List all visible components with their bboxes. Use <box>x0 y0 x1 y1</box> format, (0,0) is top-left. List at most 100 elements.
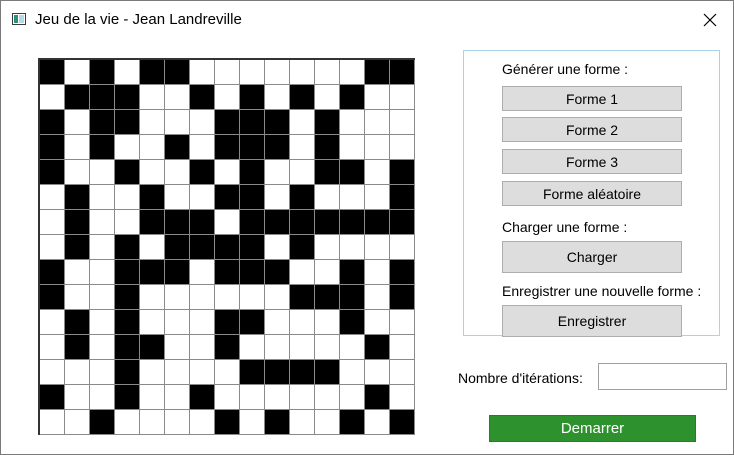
grid-cell[interactable] <box>390 360 415 385</box>
grid-cell[interactable] <box>340 85 365 110</box>
grid-cell[interactable] <box>340 135 365 160</box>
grid-cell[interactable] <box>40 335 65 360</box>
grid-cell[interactable] <box>365 110 390 135</box>
grid-cell[interactable] <box>240 310 265 335</box>
grid-cell[interactable] <box>165 135 190 160</box>
grid-cell[interactable] <box>340 335 365 360</box>
grid-cell[interactable] <box>315 210 340 235</box>
grid-cell[interactable] <box>40 135 65 160</box>
shape-1-button[interactable]: Forme 1 <box>502 86 682 111</box>
grid-cell[interactable] <box>90 335 115 360</box>
grid-cell[interactable] <box>340 60 365 85</box>
grid-cell[interactable] <box>215 310 240 335</box>
grid-cell[interactable] <box>40 260 65 285</box>
grid-cell[interactable] <box>240 360 265 385</box>
grid-cell[interactable] <box>40 410 65 435</box>
grid-cell[interactable] <box>190 260 215 285</box>
grid-cell[interactable] <box>340 410 365 435</box>
grid-cell[interactable] <box>240 160 265 185</box>
grid-cell[interactable] <box>115 410 140 435</box>
grid-cell[interactable] <box>115 110 140 135</box>
grid-cell[interactable] <box>165 360 190 385</box>
grid-cell[interactable] <box>165 160 190 185</box>
grid-cell[interactable] <box>65 235 90 260</box>
grid-cell[interactable] <box>265 410 290 435</box>
grid-cell[interactable] <box>90 310 115 335</box>
grid-cell[interactable] <box>390 135 415 160</box>
grid-cell[interactable] <box>90 160 115 185</box>
grid-cell[interactable] <box>240 385 265 410</box>
grid-cell[interactable] <box>315 360 340 385</box>
grid-cell[interactable] <box>115 310 140 335</box>
grid-cell[interactable] <box>140 60 165 85</box>
grid-cell[interactable] <box>115 385 140 410</box>
grid-cell[interactable] <box>65 260 90 285</box>
grid-cell[interactable] <box>265 185 290 210</box>
grid-cell[interactable] <box>265 160 290 185</box>
grid-cell[interactable] <box>215 110 240 135</box>
grid-cell[interactable] <box>315 310 340 335</box>
grid-cell[interactable] <box>40 310 65 335</box>
grid-cell[interactable] <box>190 185 215 210</box>
grid-cell[interactable] <box>190 210 215 235</box>
grid-cell[interactable] <box>190 110 215 135</box>
shape-3-button[interactable]: Forme 3 <box>502 149 682 174</box>
life-grid[interactable] <box>38 58 415 435</box>
grid-cell[interactable] <box>315 110 340 135</box>
grid-cell[interactable] <box>240 410 265 435</box>
grid-cell[interactable] <box>190 335 215 360</box>
grid-cell[interactable] <box>390 235 415 260</box>
grid-cell[interactable] <box>215 60 240 85</box>
grid-cell[interactable] <box>265 135 290 160</box>
grid-cell[interactable] <box>315 335 340 360</box>
grid-cell[interactable] <box>40 60 65 85</box>
grid-cell[interactable] <box>190 235 215 260</box>
grid-cell[interactable] <box>165 110 190 135</box>
grid-cell[interactable] <box>240 85 265 110</box>
grid-cell[interactable] <box>315 385 340 410</box>
grid-cell[interactable] <box>90 410 115 435</box>
grid-cell[interactable] <box>40 235 65 260</box>
grid-cell[interactable] <box>165 85 190 110</box>
grid-cell[interactable] <box>140 110 165 135</box>
grid-cell[interactable] <box>315 410 340 435</box>
grid-cell[interactable] <box>365 160 390 185</box>
grid-cell[interactable] <box>165 335 190 360</box>
grid-cell[interactable] <box>115 235 140 260</box>
grid-cell[interactable] <box>40 210 65 235</box>
grid-cell[interactable] <box>140 185 165 210</box>
grid-cell[interactable] <box>140 210 165 235</box>
grid-cell[interactable] <box>290 85 315 110</box>
grid-cell[interactable] <box>90 260 115 285</box>
grid-cell[interactable] <box>90 385 115 410</box>
grid-cell[interactable] <box>365 360 390 385</box>
grid-cell[interactable] <box>115 260 140 285</box>
grid-cell[interactable] <box>215 85 240 110</box>
grid-cell[interactable] <box>65 385 90 410</box>
grid-cell[interactable] <box>240 185 265 210</box>
grid-cell[interactable] <box>340 210 365 235</box>
grid-cell[interactable] <box>90 60 115 85</box>
grid-cell[interactable] <box>115 360 140 385</box>
grid-cell[interactable] <box>265 335 290 360</box>
grid-cell[interactable] <box>315 160 340 185</box>
grid-cell[interactable] <box>340 285 365 310</box>
grid-cell[interactable] <box>390 410 415 435</box>
grid-cell[interactable] <box>165 235 190 260</box>
grid-cell[interactable] <box>90 285 115 310</box>
grid-cell[interactable] <box>165 185 190 210</box>
grid-cell[interactable] <box>65 285 90 310</box>
grid-cell[interactable] <box>140 285 165 310</box>
grid-cell[interactable] <box>340 310 365 335</box>
grid-cell[interactable] <box>190 360 215 385</box>
grid-cell[interactable] <box>90 210 115 235</box>
random-shape-button[interactable]: Forme aléatoire <box>502 181 682 206</box>
grid-cell[interactable] <box>140 135 165 160</box>
grid-cell[interactable] <box>140 160 165 185</box>
grid-cell[interactable] <box>365 335 390 360</box>
grid-cell[interactable] <box>265 110 290 135</box>
grid-cell[interactable] <box>265 360 290 385</box>
grid-cell[interactable] <box>390 85 415 110</box>
grid-cell[interactable] <box>390 60 415 85</box>
grid-cell[interactable] <box>140 335 165 360</box>
